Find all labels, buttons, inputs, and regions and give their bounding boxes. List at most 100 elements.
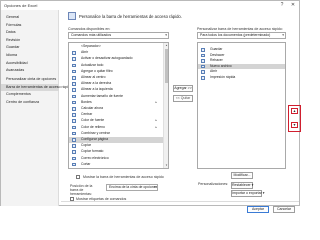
command-icon [72, 88, 76, 92]
command-icon [201, 70, 205, 74]
close-button[interactable]: ✕ [289, 2, 297, 9]
nav-item[interactable]: Datos [1, 29, 59, 37]
submenu-arrow-icon: ▸ [155, 124, 157, 129]
move-down-button[interactable]: ▼ [291, 122, 298, 128]
command-label: Bordes [81, 99, 92, 104]
show-below-ribbon-checkbox[interactable] [76, 175, 80, 179]
scroll-thumb[interactable] [165, 49, 168, 83]
excel-options-dialog: Opciones de Excel ? ✕ General Fórmulas Dat… [0, 0, 301, 213]
submenu-arrow-icon: ▸ [155, 99, 157, 104]
toolbar-position-dropdown[interactable]: Encima de la cinta de opciones ▾ [106, 184, 158, 191]
nav-item[interactable]: Avanzadas [1, 67, 59, 75]
choose-commands-dropdown[interactable]: Comandos más utilizados ▾ [68, 32, 169, 39]
scroll-down-icon[interactable]: ▾ [164, 163, 168, 168]
import-export-button[interactable]: Importar o exportar ▾ [231, 190, 265, 197]
remove-button[interactable]: << Quitar [173, 95, 193, 102]
command-list-item[interactable]: Copiar [69, 143, 163, 149]
command-list-item[interactable]: Correo electrónico [69, 156, 163, 162]
command-label: Abrir [81, 50, 89, 55]
add-button[interactable]: Agregar >> [173, 85, 193, 92]
nav-item[interactable]: Accesibilidad [1, 60, 59, 68]
nav-item[interactable]: Fórmulas [1, 22, 59, 30]
command-list-item[interactable]: Copiar formato [69, 149, 163, 155]
command-label: Impresión rápida [210, 75, 236, 79]
nav-item[interactable]: Barra de herramientas de acceso rápido [1, 83, 72, 92]
help-button[interactable]: ? [278, 2, 286, 9]
command-label: Agregar o quitar filtro [81, 68, 113, 73]
modify-button[interactable]: Modificar... [231, 172, 253, 179]
command-icon [72, 125, 76, 130]
nav-item[interactable]: Revisión [1, 37, 59, 45]
command-icon [72, 144, 76, 148]
submenu-arrow-icon: ▸ [155, 118, 157, 123]
command-list-item[interactable]: Alinear al centro [69, 75, 163, 81]
command-icon [72, 119, 76, 123]
nav-item[interactable]: Personalizar cinta de opciones [1, 76, 59, 84]
command-icon [72, 138, 76, 142]
command-label: Centrar [81, 112, 93, 117]
nav-item[interactable]: Centro de confianza [1, 99, 59, 107]
command-list-item[interactable]: Aumentar tamaño de fuente [69, 94, 163, 100]
command-label: Alinear a la derecha [81, 81, 112, 86]
choose-commands-label: Comandos disponibles en: [68, 27, 111, 31]
ok-button[interactable]: Aceptar [247, 206, 269, 213]
command-list-item[interactable]: Configurar página [69, 137, 163, 143]
command-icon [72, 100, 76, 105]
command-list-item[interactable]: Actualizar todo [69, 63, 163, 69]
cancel-button[interactable]: Cancelar [273, 206, 295, 213]
command-list-item[interactable]: Agregar o quitar filtro [69, 69, 163, 75]
command-list-item[interactable]: Alinear a la izquierda [69, 87, 163, 93]
footer-divider [61, 201, 299, 202]
command-icon [201, 76, 205, 80]
command-label: Deshacer [210, 52, 225, 57]
command-icon [72, 156, 76, 161]
restore-button[interactable]: Restablecer ▾ [231, 182, 253, 189]
command-list-item[interactable]: Color de relleno ▸ [69, 125, 163, 131]
command-icon [72, 113, 76, 117]
available-commands-scrollbar[interactable]: ▴ ▾ [163, 43, 168, 168]
command-list-item[interactable]: Calcular ahora [69, 106, 163, 112]
command-list-item[interactable]: Color de fuente ▸ [69, 118, 163, 124]
command-list-item[interactable]: Bordes ▸ [69, 100, 163, 106]
nav-item[interactable]: Complementos [1, 91, 59, 99]
available-commands-list[interactable]: Cortar Correo electrónico Copiar formato Co… [68, 42, 169, 169]
command-label: Correo electrónico [81, 155, 109, 160]
chevron-down-icon: ▾ [154, 185, 156, 189]
command-icon [72, 131, 76, 136]
command-list-item[interactable]: <Separador> [69, 44, 163, 50]
qat-list-item[interactable]: Impresión rápida [198, 75, 285, 81]
command-icon [72, 76, 76, 80]
command-label: Rehacer [210, 58, 223, 63]
command-icon [72, 82, 76, 86]
nav-item[interactable]: Guardar [1, 44, 59, 52]
show-below-ribbon-label: Mostrar la barra de herramientas de acce… [83, 175, 164, 179]
qat-icon [68, 12, 76, 20]
command-icon [201, 64, 205, 69]
command-label: Calcular ahora [81, 106, 104, 110]
command-label: Aumentar tamaño de fuente [81, 93, 124, 98]
title-bar: Opciones de Excel ? ✕ [1, 1, 299, 10]
command-label: Color de fuente [81, 118, 105, 123]
move-up-button[interactable]: ▲ [291, 108, 298, 114]
nav-item[interactable]: Idioma [1, 52, 59, 60]
options-nav: General Fórmulas Datos Revisión Guardar Idiom… [1, 10, 72, 206]
choose-commands-value: Comandos más utilizados [71, 33, 112, 37]
customize-qat-value: Para todos los documentos (predeterminad… [200, 33, 271, 37]
command-label: Actualizar todo [81, 62, 104, 67]
command-list-item[interactable]: Cortar [69, 162, 163, 168]
chevron-down-icon: ▾ [282, 33, 284, 37]
qat-commands-list[interactable]: Guardar Deshacer Rehacer Nuevo archivo Abrir… [197, 42, 286, 169]
command-icon [72, 57, 76, 61]
nav-item[interactable]: General [1, 14, 59, 22]
scroll-up-icon[interactable]: ▴ [164, 43, 168, 48]
command-list-item[interactable]: Abrir [69, 50, 163, 56]
command-list-item[interactable]: Combinar y centrar [69, 131, 163, 137]
command-label: Alinear al centro [81, 75, 106, 79]
command-list-item[interactable]: Alinear a la derecha [69, 81, 163, 87]
command-label: <Separador> [81, 44, 101, 48]
toolbar-position-label: Posición de la barra de herramientas: [70, 184, 93, 196]
command-list-item[interactable]: Centrar [69, 112, 163, 118]
command-list-item[interactable]: Activar o desactivar autoguardado [69, 56, 163, 62]
customizations-label: Personalizaciones: [198, 182, 229, 186]
customize-qat-dropdown[interactable]: Para todos los documentos (predeterminad… [197, 32, 286, 39]
